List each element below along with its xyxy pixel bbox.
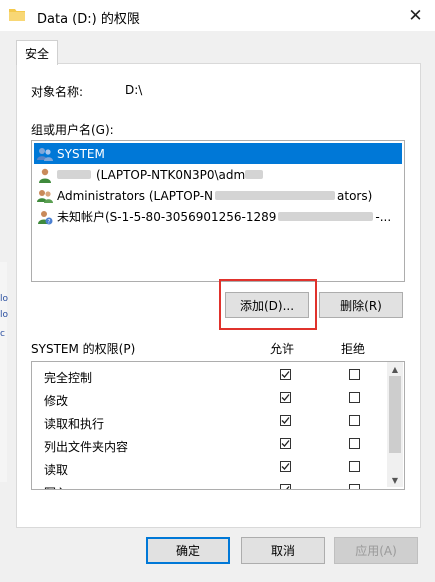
ok-button-label: 确定 bbox=[175, 544, 200, 558]
groups-label: 组或用户名(G): bbox=[31, 123, 114, 137]
list-item-label-suffix: -... bbox=[375, 209, 392, 224]
close-icon: ✕ bbox=[408, 5, 423, 26]
allow-checkbox[interactable] bbox=[280, 369, 291, 380]
redacted-text bbox=[278, 212, 374, 221]
list-item-system[interactable]: SYSTEM bbox=[34, 143, 402, 164]
folder-icon bbox=[9, 9, 25, 21]
permission-name: 列出文件夹内容 bbox=[44, 440, 129, 454]
groups-listbox[interactable]: SYSTEM (LAPTOP-NTK0N3P0\adm Administrato… bbox=[31, 140, 405, 282]
user-group-icon bbox=[37, 189, 53, 203]
permission-name: 完全控制 bbox=[44, 371, 93, 385]
deny-checkbox[interactable] bbox=[349, 438, 360, 449]
background-text: lo bbox=[0, 310, 9, 320]
object-name-value: D:\ bbox=[125, 83, 143, 97]
permission-row: 完全控制 bbox=[32, 365, 387, 388]
deny-checkbox[interactable] bbox=[349, 461, 360, 472]
object-name-label: 对象名称: bbox=[31, 85, 84, 99]
close-button[interactable]: ✕ bbox=[396, 0, 435, 31]
permission-row: 修改 bbox=[32, 388, 387, 411]
check-icon bbox=[281, 394, 290, 401]
redacted-text bbox=[245, 170, 264, 179]
allow-checkbox[interactable] bbox=[280, 415, 291, 426]
allow-checkbox[interactable] bbox=[280, 438, 291, 449]
user-icon bbox=[39, 168, 51, 183]
allow-checkbox[interactable] bbox=[280, 392, 291, 403]
ok-button[interactable]: 确定 bbox=[146, 537, 230, 564]
background-text: c bbox=[0, 329, 5, 339]
permissions-label: SYSTEM 的权限(P) bbox=[31, 342, 136, 356]
check-icon bbox=[286, 486, 290, 489]
redacted-text bbox=[57, 170, 91, 179]
list-item-administrators[interactable]: Administrators (LAPTOP-N ators) bbox=[34, 185, 402, 206]
check-icon bbox=[281, 371, 290, 378]
svg-text:?: ? bbox=[47, 218, 50, 225]
remove-button[interactable]: 删除(R) bbox=[319, 292, 403, 318]
list-item-label: (LAPTOP-NTK0N3P0\adm bbox=[96, 167, 246, 182]
apply-button-label: 应用(A) bbox=[355, 544, 397, 558]
deny-column-header: 拒绝 bbox=[341, 342, 366, 356]
permission-row: 写入 bbox=[32, 480, 387, 489]
cancel-button[interactable]: 取消 bbox=[241, 537, 325, 564]
permissions-scrollbar[interactable]: ▲ ▼ bbox=[387, 362, 403, 487]
permission-name: 读取 bbox=[44, 463, 69, 477]
title-bar: Data (D:) 的权限 ✕ bbox=[0, 0, 435, 31]
list-item-unknown-account[interactable]: ? 未知帐户(S-1-5-80-3056901256-1289 -... bbox=[34, 206, 402, 227]
list-item-user[interactable]: (LAPTOP-NTK0N3P0\adm bbox=[34, 164, 402, 185]
apply-button[interactable]: 应用(A) bbox=[334, 537, 418, 564]
deny-checkbox[interactable] bbox=[349, 484, 360, 489]
list-item-label: 未知帐户(S-1-5-80-3056901256-1289 bbox=[57, 210, 277, 224]
check-icon bbox=[281, 440, 290, 447]
permission-name: 读取和执行 bbox=[44, 417, 105, 431]
check-icon bbox=[281, 463, 290, 470]
tab-security[interactable]: 安全 bbox=[16, 40, 58, 65]
list-item-label: Administrators (LAPTOP-N bbox=[57, 188, 214, 203]
background-window-edge: lo lo c bbox=[0, 262, 9, 482]
unknown-user-icon: ? bbox=[38, 210, 53, 225]
allow-checkbox[interactable] bbox=[280, 484, 291, 489]
deny-checkbox[interactable] bbox=[349, 415, 360, 426]
permission-row: 列出文件夹内容 bbox=[32, 434, 387, 457]
user-group-icon bbox=[37, 147, 53, 161]
window-title: Data (D:) 的权限 bbox=[37, 12, 140, 27]
permission-row: 读取和执行 bbox=[32, 411, 387, 434]
permission-name: 修改 bbox=[44, 394, 69, 408]
highlight-annotation bbox=[219, 279, 317, 330]
list-item-label-suffix: ators) bbox=[337, 188, 373, 203]
allow-checkbox[interactable] bbox=[280, 461, 291, 472]
redacted-text bbox=[215, 191, 336, 200]
list-item-label: SYSTEM bbox=[57, 146, 105, 161]
remove-button-label: 删除(R) bbox=[340, 298, 382, 313]
cancel-button-label: 取消 bbox=[270, 544, 295, 558]
deny-checkbox[interactable] bbox=[349, 392, 360, 403]
deny-checkbox[interactable] bbox=[349, 369, 360, 380]
scroll-down-icon[interactable]: ▼ bbox=[387, 473, 403, 487]
permission-row: 读取 bbox=[32, 457, 387, 480]
scroll-up-icon[interactable]: ▲ bbox=[387, 362, 403, 376]
scroll-thumb[interactable] bbox=[389, 376, 401, 453]
tab-security-label: 安全 bbox=[24, 46, 49, 61]
background-text: lo bbox=[0, 294, 9, 304]
check-icon bbox=[281, 417, 290, 424]
permissions-list: 完全控制 修改 读取和执行 列出文件夹内容 读取 写入 bbox=[31, 361, 405, 490]
permission-name: 写入 bbox=[44, 484, 68, 489]
allow-column-header: 允许 bbox=[270, 342, 295, 356]
